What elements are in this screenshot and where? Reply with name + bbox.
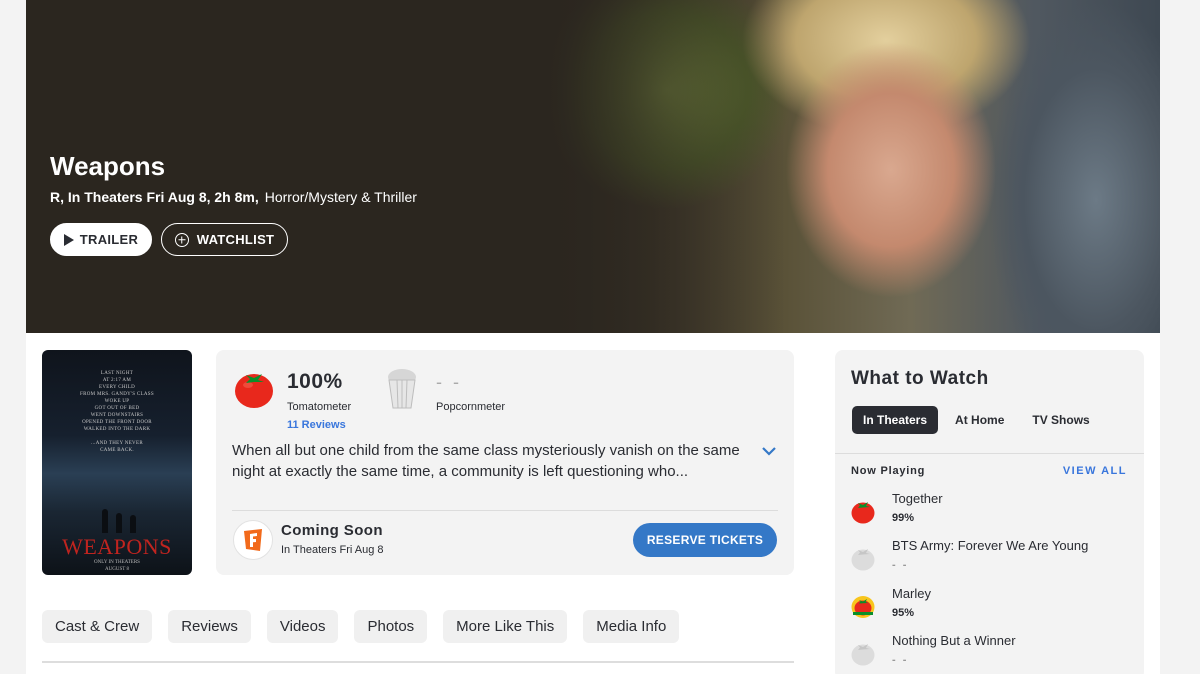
fandango-icon	[244, 529, 262, 551]
movie-score: 99%	[892, 512, 915, 524]
tab-videos[interactable]: Videos	[266, 610, 339, 643]
chevron-down-icon[interactable]	[762, 446, 776, 456]
tab-in-theaters[interactable]: In Theaters	[852, 406, 939, 434]
list-item[interactable]: BTS Army: Forever We Are Young - -	[851, 538, 1131, 582]
movie-poster[interactable]: LAST NIGHT AT 2:17 AM EVERY CHILD FROM MRS.…	[42, 350, 192, 575]
poster-title: WEAPONS	[62, 534, 172, 559]
what-to-watch-tabs: In Theaters At Home TV Shows	[852, 406, 1101, 434]
fresh-tomato-icon	[235, 374, 273, 408]
what-to-watch-title: What to Watch	[851, 368, 989, 389]
movie-meta: R, In Theaters Fri Aug 8, 2h 8m, Horror/M…	[50, 189, 417, 205]
list-item[interactable]: Together 99%	[851, 491, 1131, 535]
tab-more-like-this[interactable]: More Like This	[443, 610, 568, 643]
now-playing-label: Now Playing	[851, 465, 926, 477]
what-to-watch-panel: What to Watch In Theaters At Home TV Sho…	[835, 350, 1144, 674]
list-item[interactable]: Marley 95%	[851, 586, 1131, 630]
poster-tagline-line: AT 2:17 AM	[102, 378, 132, 383]
movie-score: - -	[892, 559, 909, 571]
movie-score: 95%	[892, 607, 915, 619]
release-status: Coming Soon	[281, 522, 383, 539]
poster-tagline-line: CAME BACK.	[100, 448, 134, 453]
poster-tagline-line	[42, 433, 192, 440]
empty-tomato-icon	[851, 549, 875, 571]
certified-fresh-icon	[851, 596, 875, 618]
play-icon	[63, 233, 74, 246]
add-circle-icon	[174, 232, 189, 247]
movie-name: BTS Army: Forever We Are Young	[892, 538, 1089, 553]
empty-tomato-icon	[851, 644, 875, 666]
score-card: 100% Tomatometer 11 Reviews - - Popcornm…	[216, 350, 794, 575]
trailer-label: TRAILER	[79, 232, 139, 247]
movie-name: Together	[892, 491, 943, 506]
watchlist-label: WATCHLIST	[196, 232, 275, 247]
movie-name: Nothing But a Winner	[892, 633, 1016, 648]
tomatometer-score[interactable]: 100%	[287, 370, 343, 394]
fandango-logo	[233, 520, 273, 560]
poster-tagline-line: GOT OUT OF BED	[94, 406, 140, 411]
popcornmeter-label: Popcornmeter	[436, 401, 506, 413]
poster-tagline-line: EVERY CHILD	[98, 385, 136, 390]
poster-tagline: LAST NIGHT AT 2:17 AM EVERY CHILD FROM MRS.…	[42, 370, 192, 454]
poster-tagline-line: OPENED THE FRONT DOOR	[82, 420, 152, 425]
movie-title: Weapons	[50, 151, 166, 181]
poster-tagline-line: FROM MRS. GANDY'S CLASS	[80, 392, 154, 397]
poster-date: ONLY IN THEATERS AUGUST 8	[94, 560, 140, 572]
tab-media-info[interactable]: Media Info	[583, 610, 680, 643]
empty-popcorn-icon	[388, 369, 416, 409]
tab-cast-crew[interactable]: Cast & Crew	[42, 610, 153, 643]
tab-reviews[interactable]: Reviews	[168, 610, 251, 643]
release-date: In Theaters Fri Aug 8	[281, 544, 384, 556]
poster-tagline-line: LAST NIGHT	[100, 371, 134, 376]
page: Weapons R, In Theaters Fri Aug 8, 2h 8m,…	[26, 0, 1160, 674]
tomatometer-label: Tomatometer	[287, 401, 352, 413]
divider	[835, 453, 1144, 454]
tabs-divider	[42, 661, 794, 663]
movie-info: R, In Theaters Fri Aug 8, 2h 8m,	[50, 189, 259, 205]
list-item[interactable]: Nothing But a Winner - -	[851, 633, 1131, 674]
fresh-tomato-icon	[851, 502, 875, 524]
tab-tv-shows[interactable]: TV Shows	[1021, 406, 1100, 434]
divider	[232, 510, 778, 511]
tab-at-home[interactable]: At Home	[944, 406, 1015, 434]
trailer-button[interactable]: TRAILER	[50, 223, 152, 256]
tab-photos[interactable]: Photos	[354, 610, 428, 643]
view-all-link[interactable]: VIEW ALL	[1063, 465, 1127, 477]
movie-score: - -	[892, 654, 909, 666]
poster-tagline-line: WALKED INTO THE DARK	[83, 427, 151, 432]
movie-genre: Horror/Mystery & Thriller	[264, 189, 417, 205]
synopsis-text: When all but one child from the same cla…	[232, 442, 740, 480]
poster-tagline-line: WENT DOWNSTAIRS	[90, 413, 144, 418]
reserve-tickets-button[interactable]: RESERVE TICKETS	[633, 523, 777, 557]
poster-tagline-line: WOKE UP	[104, 399, 130, 404]
reviews-link[interactable]: 11 Reviews	[287, 419, 346, 431]
movie-name: Marley	[892, 586, 932, 601]
hero-banner: Weapons R, In Theaters Fri Aug 8, 2h 8m,…	[26, 0, 1160, 333]
poster-tagline-line: ...AND THEY NEVER	[91, 441, 143, 446]
section-tabs: Cast & Crew Reviews Videos Photos More L…	[42, 610, 680, 643]
watchlist-button[interactable]: WATCHLIST	[161, 223, 288, 256]
popcornmeter-score: - -	[436, 372, 462, 392]
